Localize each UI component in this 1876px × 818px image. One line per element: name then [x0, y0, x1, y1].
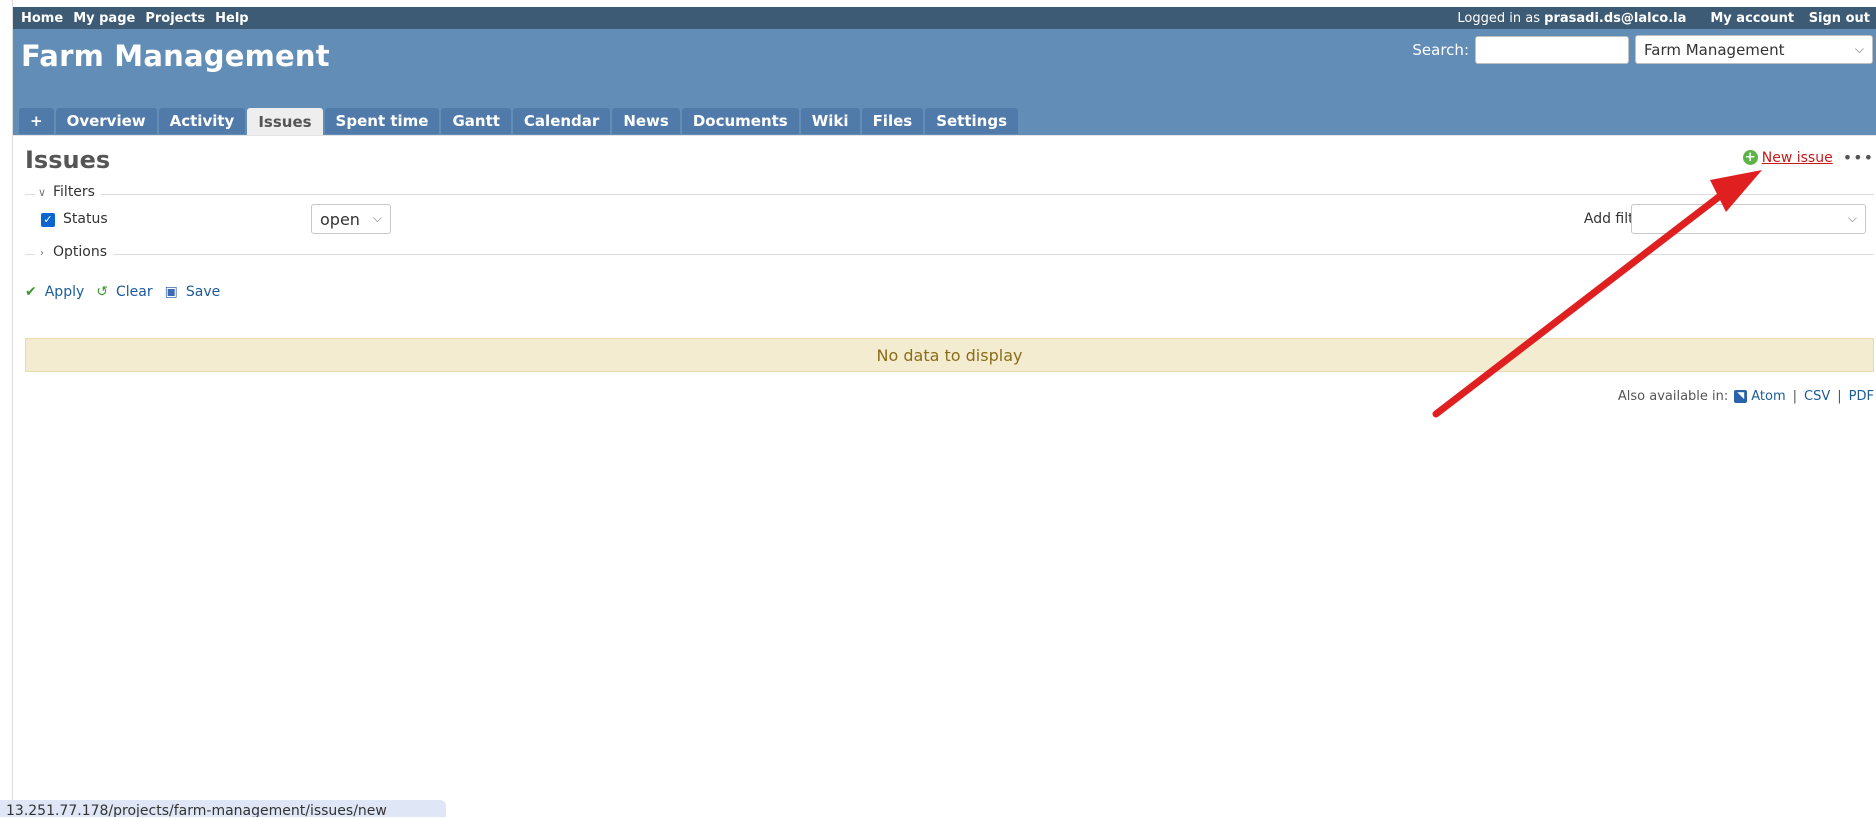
csv-link[interactable]: CSV — [1804, 389, 1830, 404]
also-available-label: Also available in: — [1617, 389, 1729, 404]
tab-files[interactable]: Files — [861, 108, 924, 134]
project-jump-select[interactable]: Farm Management ⌵ — [1635, 35, 1873, 64]
chevron-down-icon: ⌵ — [1854, 42, 1864, 56]
apply-button[interactable]: ✔ Apply — [25, 284, 84, 300]
tab-new[interactable]: + — [19, 108, 54, 134]
top-menu: Home My page Projects Help Logged in as … — [13, 7, 1876, 29]
status-operator-value: open — [320, 209, 360, 229]
sign-out-link[interactable]: Sign out — [1809, 11, 1870, 26]
filters-divider — [25, 194, 1874, 195]
main-menu: + Overview Activity Issues Spent time Ga… — [19, 108, 1020, 135]
clear-label: Clear — [116, 284, 153, 300]
chevron-down-icon: ⌵ — [372, 211, 382, 225]
logged-in-prefix: Logged in as — [1457, 10, 1540, 26]
status-filter-checkbox[interactable]: ✓ — [41, 213, 55, 227]
chevron-down-icon: ∨ — [37, 185, 47, 199]
apply-label: Apply — [44, 284, 85, 300]
top-menu-home[interactable]: Home — [21, 11, 63, 26]
more-actions-icon[interactable]: ••• — [1843, 148, 1874, 167]
add-icon: + — [1742, 150, 1758, 165]
search-input[interactable] — [1475, 35, 1629, 64]
top-menu-help[interactable]: Help — [215, 11, 248, 26]
tab-wiki[interactable]: Wiki — [800, 108, 860, 134]
username-link[interactable]: prasadi.ds@lalco.la — [1544, 11, 1686, 26]
tab-gantt[interactable]: Gantt — [441, 108, 511, 134]
options-legend-label: Options — [53, 244, 108, 260]
separator: | — [1792, 389, 1798, 404]
reload-icon: ↺ — [96, 284, 108, 300]
project-title: Farm Management — [21, 39, 330, 73]
left-margin — [0, 0, 13, 817]
add-filter-select[interactable]: ⌵ — [1631, 204, 1866, 234]
tab-documents[interactable]: Documents — [681, 108, 799, 134]
status-filter-label: Status — [63, 211, 108, 227]
page-wrapper: Home My page Projects Help Logged in as … — [13, 7, 1876, 818]
quick-search: Search: Farm Management ⌵ — [1412, 35, 1873, 64]
save-icon: ▣ — [164, 284, 178, 300]
tab-news[interactable]: News — [612, 108, 680, 134]
chevron-down-icon: ⌵ — [1847, 211, 1857, 225]
query-buttons: ✔ Apply ↺ Clear ▣ Save — [25, 284, 232, 300]
tab-spent-time[interactable]: Spent time — [324, 108, 440, 134]
checkmark-icon: ✔ — [25, 284, 37, 300]
filters-legend[interactable]: ∨ Filters — [35, 184, 101, 200]
filters-legend-label: Filters — [53, 184, 95, 200]
logged-in-as: Logged in as prasadi.ds@lalco.la — [1457, 11, 1686, 26]
tab-activity[interactable]: Activity — [158, 108, 246, 134]
tab-calendar[interactable]: Calendar — [512, 108, 611, 134]
clear-button[interactable]: ↺ Clear — [96, 284, 152, 300]
main-content: Issues + New issue ••• ∨ Filters ✓ Statu… — [13, 135, 1876, 818]
pdf-link[interactable]: PDF — [1849, 389, 1874, 404]
browser-status-url: 13.251.77.178/projects/farm-management/i… — [0, 800, 446, 817]
tab-settings[interactable]: Settings — [925, 108, 1019, 134]
status-operator-select[interactable]: open ⌵ — [311, 204, 391, 234]
no-data-message: No data to display — [25, 338, 1874, 372]
options-legend[interactable]: › Options — [35, 244, 114, 260]
search-label: Search: — [1412, 40, 1469, 59]
tab-overview[interactable]: Overview — [55, 108, 157, 134]
my-account-link[interactable]: My account — [1710, 11, 1794, 26]
top-menu-my-page[interactable]: My page — [73, 11, 135, 26]
contextual-actions: + New issue ••• — [1742, 148, 1874, 167]
project-header: Farm Management Search: Farm Management … — [13, 29, 1876, 135]
tab-issues[interactable]: Issues — [247, 108, 323, 135]
new-issue-link[interactable]: New issue — [1762, 150, 1833, 166]
account-links: My account Sign out — [1700, 11, 1870, 26]
save-label: Save — [185, 284, 221, 300]
save-button[interactable]: ▣ Save — [165, 284, 221, 300]
separator: | — [1837, 389, 1842, 404]
atom-link[interactable]: Atom — [1751, 389, 1785, 404]
page-title: Issues — [25, 146, 111, 174]
chevron-right-icon: › — [39, 245, 45, 259]
project-jump-value: Farm Management — [1644, 40, 1785, 59]
top-menu-projects[interactable]: Projects — [145, 11, 205, 26]
options-divider — [25, 254, 1874, 255]
other-formats: Also available in: ◥ Atom | CSV | PDF — [1618, 389, 1874, 404]
feed-icon: ◥ — [1734, 390, 1748, 403]
